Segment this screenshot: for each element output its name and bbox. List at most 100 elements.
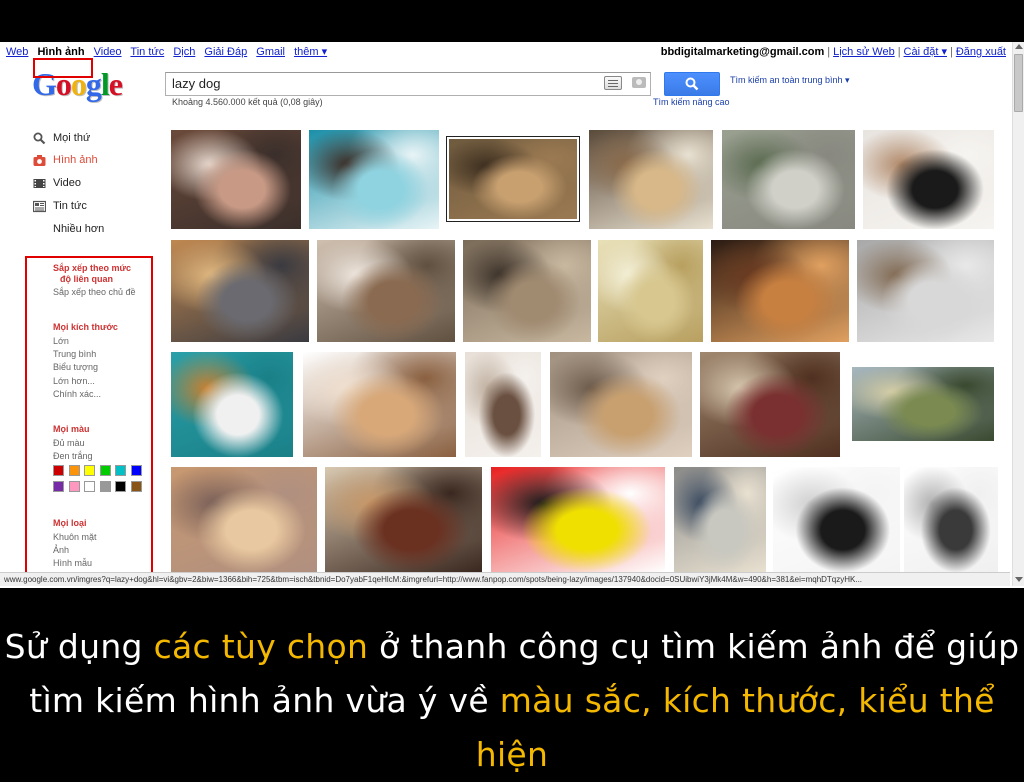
keyboard-icon[interactable] <box>604 76 622 90</box>
type-clipart[interactable]: Hình mẫu <box>53 558 92 569</box>
color-swatch[interactable] <box>53 481 64 492</box>
caption-highlight: các tùy chọn <box>153 627 369 666</box>
image-thumbnail-dog-sleeping-floor[interactable] <box>446 136 580 222</box>
scroll-down-arrow-icon[interactable] <box>1015 577 1023 582</box>
sidebar-item-images[interactable]: Hình ảnh <box>33 152 98 168</box>
google-top-bar: Web Hình ảnh Video Tin tức Dịch Giải Đáp… <box>0 42 1012 60</box>
sidebar-item-everything[interactable]: Mọi thứ <box>33 130 90 146</box>
scroll-up-arrow-icon[interactable] <box>1015 44 1023 49</box>
image-thumbnail-dog-on-bed[interactable] <box>700 352 840 457</box>
image-thumbnail-dog-lounge-chair[interactable] <box>171 130 301 229</box>
image-thumbnail-plush-dogs[interactable] <box>171 352 293 457</box>
scroll-thumb[interactable] <box>1014 54 1023 112</box>
search-button[interactable] <box>664 72 720 96</box>
logo-letter: e <box>108 66 123 102</box>
web-history-link[interactable]: Lịch sử Web <box>833 46 895 58</box>
size-icon[interactable]: Biểu tượng <box>53 362 98 373</box>
size-heading[interactable]: Mọi kích thước <box>53 322 118 333</box>
size-medium[interactable]: Trung bình <box>53 349 96 360</box>
image-thumbnail-dog-walked-by-car[interactable] <box>722 130 855 229</box>
caption-text: Sử dụng <box>4 627 154 666</box>
sort-relevance-line1[interactable]: Sắp xếp theo mức <box>53 263 131 274</box>
caption-highlight: màu sắc, kích thước, kiểu thể hiện <box>475 681 995 774</box>
color-swatch[interactable] <box>68 481 80 492</box>
image-thumbnail-dog-street-people[interactable] <box>674 467 766 572</box>
nav-news[interactable]: Tin tức <box>130 46 164 58</box>
advanced-search-link[interactable]: Tìm kiếm nâng cao <box>653 97 730 107</box>
color-swatch[interactable] <box>99 481 111 492</box>
filters-highlight-box <box>25 256 153 578</box>
account-email: bbdigitalmarketing@gmail.com <box>660 46 825 58</box>
image-thumbnail-dog-curled-chair[interactable] <box>317 240 455 342</box>
search-input[interactable] <box>172 76 592 91</box>
image-thumbnail-dog-balloons-field[interactable] <box>852 367 994 441</box>
sidebar-item-more[interactable]: Nhiều hơn <box>53 221 104 237</box>
image-thumbnail-yellow-dog-cartoon[interactable] <box>491 467 665 572</box>
nav-gmail[interactable]: Gmail <box>256 46 285 58</box>
color-swatch[interactable] <box>84 481 95 492</box>
image-thumbnail-dogs-wooden-floor[interactable] <box>463 240 591 342</box>
image-thumbnail-puppy-black-white[interactable] <box>863 130 994 229</box>
top-nav: Web Hình ảnh Video Tin tức Dịch Giải Đáp… <box>6 45 333 58</box>
sidebar-item-news[interactable]: Tin tức <box>33 198 87 214</box>
scrollbar[interactable] <box>1012 42 1024 586</box>
caption-line-1: Sử dụng các tùy chọn ở thanh công cụ tìm… <box>0 620 1024 674</box>
nav-video[interactable]: Video <box>94 46 122 58</box>
size-exact[interactable]: Chính xác... <box>53 389 101 400</box>
magnifier-icon <box>33 132 46 144</box>
nav-more-menu[interactable]: thêm ▾ <box>294 46 327 58</box>
nav-translate[interactable]: Dịch <box>173 46 195 58</box>
type-heading[interactable]: Mọi loại <box>53 518 87 529</box>
color-swatch[interactable] <box>115 465 126 476</box>
color-swatch[interactable] <box>99 465 111 476</box>
logout-link[interactable]: Đăng xuất <box>956 46 1006 58</box>
size-large[interactable]: Lớn <box>53 336 69 347</box>
image-thumbnail-dog-bottle[interactable] <box>465 352 541 457</box>
caption-text: tìm kiếm hình ảnh vừa ý về <box>29 681 500 720</box>
image-thumbnail-dog-beach-sunset[interactable] <box>171 467 317 572</box>
image-thumbnail-dog-leash-cartoon[interactable] <box>773 467 900 572</box>
camera-search-icon[interactable] <box>632 77 646 88</box>
image-thumbnail-bulldog-by-door[interactable] <box>325 467 482 572</box>
logo-highlight-box <box>33 58 93 78</box>
slide-caption: Sử dụng các tùy chọn ở thanh công cụ tìm… <box>0 620 1024 782</box>
type-photo[interactable]: Ảnh <box>53 545 69 556</box>
color-swatch[interactable] <box>84 465 95 476</box>
color-swatch[interactable] <box>130 465 142 476</box>
color-swatch[interactable] <box>68 465 80 476</box>
type-face[interactable]: Khuôn mặt <box>53 532 97 543</box>
color-heading[interactable]: Mọi màu <box>53 424 90 435</box>
browser-window: Web Hình ảnh Video Tin tức Dịch Giải Đáp… <box>0 42 1024 588</box>
image-thumbnail-dog-chin-floor[interactable] <box>711 240 849 342</box>
account-bar: bbdigitalmarketing@gmail.com | Lịch sử Web… <box>660 46 1006 58</box>
image-thumbnail-dog-sprawled-road[interactable] <box>857 240 994 342</box>
image-thumbnail-sketch-shoes[interactable] <box>904 467 998 572</box>
safe-search-dropdown[interactable]: Tìm kiếm an toàn trung bình ▾ <box>730 75 850 86</box>
sidebar-item-video[interactable]: Video <box>33 175 81 191</box>
nav-images[interactable]: Hình ảnh <box>37 46 84 58</box>
sort-relevance-line2[interactable]: độ liên quan <box>60 274 113 285</box>
settings-link[interactable]: Cài đặt ▾ <box>904 46 947 58</box>
color-swatch[interactable] <box>115 481 126 492</box>
film-icon <box>33 178 46 188</box>
color-full[interactable]: Đủ màu <box>53 438 85 449</box>
logo-letter: l <box>100 66 110 102</box>
result-stats: Khoảng 4.560.000 kết quả (0,08 giây) <box>172 97 323 107</box>
nav-web[interactable]: Web <box>6 46 28 58</box>
color-swatch[interactable] <box>130 481 142 492</box>
image-thumbnail-bulldog-lying[interactable] <box>303 352 456 457</box>
image-thumbnail-fat-dog-lying[interactable] <box>589 130 713 229</box>
nav-answers[interactable]: Giải Đáp <box>204 46 247 58</box>
image-thumbnail-dog-on-couch-arm[interactable] <box>171 240 309 342</box>
size-larger-than[interactable]: Lớn hơn... <box>53 376 95 387</box>
caption-line-2: tìm kiếm hình ảnh vừa ý về màu sắc, kích… <box>0 674 1024 782</box>
image-thumbnail-dog-hammock-cartoon[interactable] <box>598 240 703 342</box>
search-icon <box>685 77 699 91</box>
image-thumbnail-dog-resting-head[interactable] <box>550 352 692 457</box>
color-swatch[interactable] <box>53 465 64 476</box>
search-box[interactable] <box>165 72 651 96</box>
color-black-white[interactable]: Đen trắng <box>53 451 93 462</box>
sort-by-subject[interactable]: Sắp xếp theo chủ đề <box>53 287 136 298</box>
image-thumbnail-dog-pool-float[interactable] <box>309 130 439 229</box>
caption-text: ở thanh công cụ tìm kiếm ảnh để giúp <box>368 627 1020 666</box>
